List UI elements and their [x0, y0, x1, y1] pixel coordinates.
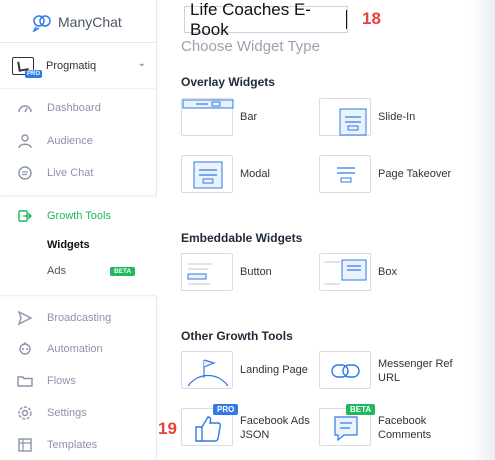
- button-widget-icon: [187, 263, 212, 285]
- divider: [0, 88, 157, 89]
- widget-name-input[interactable]: Life Coaches E-Book: [184, 0, 348, 39]
- widget-messenger-ref-url-label[interactable]: Messenger Ref URL: [378, 357, 453, 385]
- widget-bar-label[interactable]: Bar: [240, 110, 257, 124]
- step-marker: 18: [362, 9, 381, 28]
- templates-icon: [16, 436, 34, 454]
- sidebar-subitem-widgets[interactable]: Widgets: [47, 239, 90, 251]
- widget-slide-in-tile[interactable]: [319, 98, 371, 136]
- link-icon: [331, 364, 360, 378]
- widget-page-takeover-label[interactable]: Page Takeover: [378, 167, 451, 181]
- sidebar-item-label: Broadcasting: [47, 312, 112, 324]
- widget-box-tile[interactable]: [319, 253, 371, 291]
- widget-modal-tile[interactable]: [181, 155, 233, 193]
- sidebar-item-settings[interactable]: Settings: [0, 397, 157, 429]
- sidebar-item-audience[interactable]: Audience: [0, 125, 157, 157]
- sidebar-item-label: Settings: [47, 407, 87, 419]
- sidebar-item-label: Templates: [47, 439, 98, 451]
- sidebar-item-label: Dashboard: [47, 102, 101, 114]
- sidebar-item-label: Audience: [47, 135, 93, 147]
- sidebar-item-flows[interactable]: Flows: [0, 365, 157, 397]
- widget-messenger-ref-url-tile[interactable]: [319, 351, 371, 389]
- modal-widget-icon: [193, 161, 223, 189]
- robot-icon: [16, 340, 34, 358]
- page-title: Choose Widget Type: [181, 38, 320, 55]
- text-cursor: [346, 10, 347, 29]
- bar-widget-icon: [182, 99, 234, 109]
- widget-type-panel: [157, 0, 495, 460]
- divider: [0, 42, 157, 43]
- chevron-down-icon: ⌄: [137, 58, 146, 69]
- widget-name-value: Life Coaches E-Book: [190, 0, 311, 39]
- widget-box-label[interactable]: Box: [378, 265, 397, 279]
- widget-landing-page-label[interactable]: Landing Page: [240, 363, 308, 377]
- sidebar-item-dashboard[interactable]: Dashboard: [0, 92, 157, 124]
- sidebar: ManyChat PRO Progmatiq ⌄ Dashboard Audie…: [0, 0, 157, 460]
- widget-page-takeover-tile[interactable]: [319, 155, 371, 193]
- sidebar-subitem-ads[interactable]: Ads: [47, 265, 66, 277]
- sidebar-item-broadcasting[interactable]: Broadcasting: [0, 302, 157, 334]
- section-title-other: Other Growth Tools: [181, 329, 293, 343]
- person-icon: [16, 132, 34, 150]
- section-title-embeddable: Embeddable Widgets: [181, 231, 303, 245]
- paper-plane-icon: [16, 309, 34, 327]
- scroll-shadow: [470, 0, 495, 460]
- gear-icon: [16, 404, 34, 422]
- widget-landing-page-tile[interactable]: [181, 351, 233, 389]
- widget-facebook-comments-label[interactable]: Facebook Comments: [378, 414, 431, 442]
- sidebar-item-templates[interactable]: Templates: [0, 429, 157, 460]
- sidebar-item-label: Automation: [47, 343, 103, 355]
- sidebar-item-growth-tools[interactable]: Growth Tools: [0, 200, 157, 232]
- widget-button-tile[interactable]: [181, 253, 233, 291]
- sidebar-item-label: Growth Tools: [47, 210, 111, 222]
- sidebar-item-live-chat[interactable]: Live Chat: [0, 157, 157, 189]
- widget-facebook-ads-json-label[interactable]: Facebook Ads JSON: [240, 414, 310, 442]
- account-name: Progmatiq: [46, 60, 97, 72]
- widget-bar-tile[interactable]: [181, 98, 234, 136]
- gauge-icon: [16, 99, 34, 117]
- ads-beta-badge: BETA: [110, 267, 136, 276]
- manychat-logo-icon: [32, 15, 51, 32]
- folder-icon: [16, 372, 34, 390]
- account-switcher[interactable]: PRO Progmatiq ⌄: [12, 54, 152, 78]
- section-title-overlay: Overlay Widgets: [181, 75, 275, 89]
- chat-bubble-icon: [16, 164, 34, 182]
- brand-name: ManyChat: [58, 14, 122, 30]
- sidebar-item-label: Live Chat: [47, 167, 94, 179]
- widget-button-label[interactable]: Button: [240, 265, 272, 279]
- beta-badge: BETA: [346, 404, 376, 415]
- growth-tools-icon: [16, 207, 34, 225]
- sidebar-item-label: Flows: [47, 375, 76, 387]
- account-pro-badge: PRO: [25, 70, 43, 78]
- widget-slide-in-label[interactable]: Slide-In: [378, 110, 415, 124]
- brand[interactable]: ManyChat: [32, 12, 122, 32]
- account-avatar: PRO: [12, 57, 43, 78]
- step-marker: 19: [158, 419, 177, 438]
- box-widget-icon: [324, 259, 367, 285]
- sidebar-item-automation[interactable]: Automation: [0, 333, 157, 365]
- landing-page-flag-icon: [187, 359, 229, 387]
- page-takeover-widget-icon: [337, 167, 355, 183]
- slide-in-widget-icon: [339, 108, 367, 136]
- pro-badge: PRO: [213, 404, 239, 415]
- widget-modal-label[interactable]: Modal: [240, 167, 270, 181]
